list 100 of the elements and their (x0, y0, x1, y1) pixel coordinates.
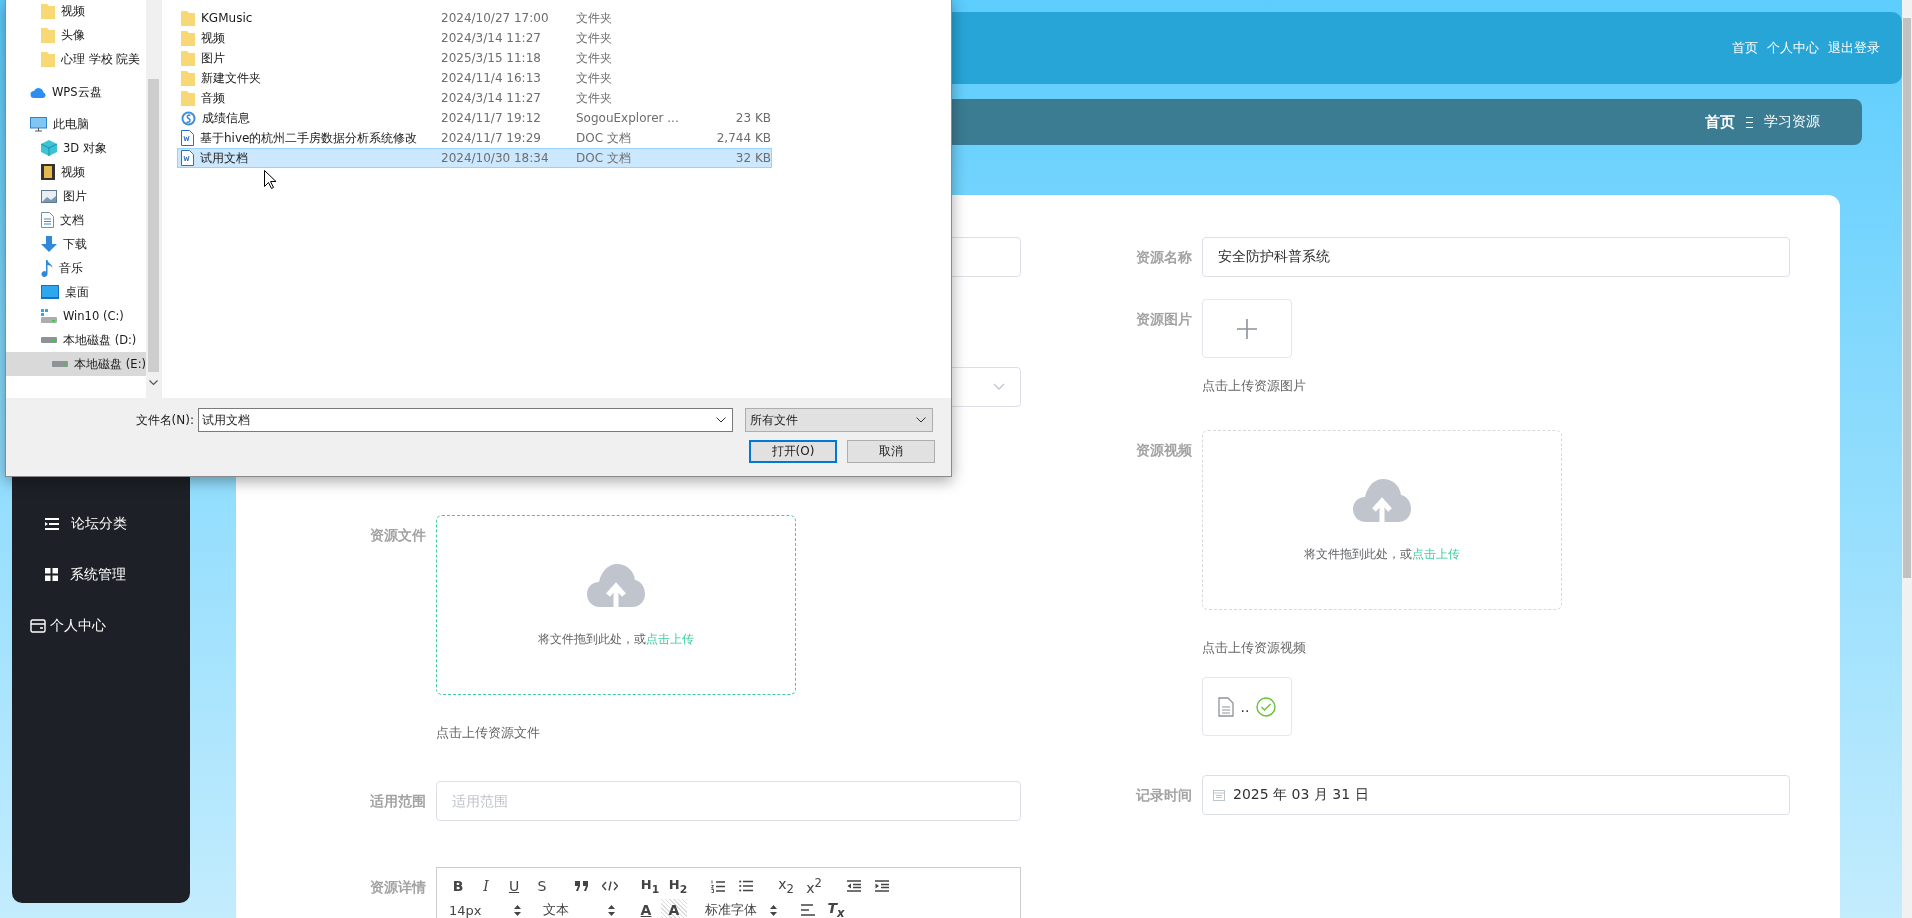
file-type: SogouExplorer ... (576, 111, 680, 125)
quote-icon (575, 881, 589, 891)
file-row[interactable]: 试用文档 2024/10/30 18:34 DOC 文档 32 KB (177, 148, 772, 168)
file-name: 试用文档 (200, 149, 248, 167)
file-type-dropdown[interactable]: 所有文件 (745, 408, 933, 432)
document-icon (1217, 696, 1234, 717)
folder-icon (181, 70, 195, 86)
toolbar-button[interactable]: T$_{x}$ (823, 899, 849, 918)
cancel-button[interactable]: 取消 (847, 440, 935, 463)
chevron-down-icon (716, 417, 726, 423)
scrollbar[interactable] (1902, 0, 1912, 918)
file-row[interactable]: 成绩信息 2024/11/7 19:12 SogouExplorer ... 23 KB (177, 108, 772, 128)
mouse-pointer-icon (264, 170, 276, 189)
file-date: 2024/10/30 18:34 (441, 151, 550, 165)
file-type: 文件夹 (576, 49, 613, 67)
chevron-down-icon (993, 383, 1005, 391)
file-row[interactable]: 基于hive的杭州二手房数据分析系统修改 2024/11/7 19:29 DOC 文档 2,744 KB (177, 128, 772, 148)
code-icon (602, 881, 618, 891)
field-label: 资源详情 (370, 879, 426, 895)
navigation-item[interactable]: 头像 (6, 23, 146, 47)
toolbar-select[interactable]: 文本 (539, 901, 619, 918)
field-label: 资源文件 (370, 527, 426, 543)
sidebar-item[interactable]: 论坛分类 (12, 498, 190, 549)
filename-field[interactable]: 试用文档 (198, 408, 733, 432)
folder-icon (181, 90, 195, 106)
folder-icon (181, 30, 195, 46)
cloud-upload-icon (1352, 477, 1412, 524)
date-field[interactable]: 2025 年 03 月 31 日 (1202, 775, 1790, 815)
film-icon (41, 164, 55, 180)
align-left-icon (801, 904, 815, 916)
navigation-item[interactable]: 下载 (6, 232, 146, 256)
file-date: 2025/3/15 11:18 (441, 51, 542, 65)
file-size: 32 KB (735, 151, 771, 165)
file-row[interactable]: KGMusic 2024/10/27 17:00 文件夹 (177, 8, 772, 28)
scrollbar[interactable] (146, 0, 161, 398)
file-row[interactable]: 音频 2024/3/14 11:27 文件夹 (177, 88, 772, 108)
navigation-item[interactable]: WPS云盘 (6, 80, 146, 104)
toolbar-select[interactable]: 14px (445, 902, 525, 918)
file-type: 文件夹 (576, 29, 613, 47)
sidebar-item[interactable]: 系统管理 (12, 549, 190, 600)
toolbar-button[interactable]: A (633, 899, 659, 918)
sidebar-item[interactable]: 个人中心 (12, 600, 190, 651)
file-type: 文件夹 (576, 69, 613, 87)
navigation-item[interactable]: 文档 (6, 208, 146, 232)
music-note-icon (41, 259, 53, 277)
breadcrumb-item[interactable]: 首页 (1705, 112, 1735, 132)
dropzone-text: 将文件拖到此处，或点击上传 (538, 630, 694, 648)
file-row[interactable]: 视频 2024/3/14 11:27 文件夹 (177, 28, 772, 48)
folder-icon (181, 10, 195, 26)
navigation-item[interactable]: 音乐 (6, 256, 146, 280)
input-field[interactable]: 安全防护科普系统 (1202, 237, 1790, 277)
file-name: 视频 (201, 29, 225, 47)
file-date: 2024/11/7 19:12 (441, 111, 542, 125)
navigation-item[interactable]: 此电脑 (6, 112, 146, 136)
word-document-icon (181, 130, 194, 146)
navigation-item[interactable]: 视频 (6, 160, 146, 184)
upload-dropzone[interactable]: 将文件拖到此处，或点击上传 (436, 515, 796, 695)
navigation-item[interactable]: 图片 (6, 184, 146, 208)
toolbar-button[interactable]: A (661, 899, 687, 918)
toolbar-button[interactable]: H$_{1}$ (637, 875, 663, 897)
file-type: 文件夹 (576, 9, 613, 27)
date-value: 2025 年 03 月 31 日 (1233, 786, 1369, 804)
folder-icon (41, 27, 55, 43)
toolbar-button[interactable]: I (473, 875, 499, 897)
file-row[interactable]: 图片 2025/3/15 11:18 文件夹 (177, 48, 772, 68)
toolbar-button[interactable]: x$^{2}$ (801, 875, 827, 897)
outdent-icon (847, 880, 861, 892)
upload-hint: 点击上传资源图片 (1202, 377, 1307, 395)
file-name: 成绩信息 (202, 109, 250, 127)
file-row[interactable]: 新建文件夹 2024/11/4 16:13 文件夹 (177, 68, 772, 88)
toolbar-button[interactable]: U (501, 875, 527, 897)
breadcrumb-item[interactable]: 学习资源 (1764, 113, 1820, 131)
scrollbar-thumb[interactable] (1903, 18, 1911, 578)
navigation-item[interactable]: 视频 (6, 0, 146, 23)
open-button[interactable]: 打开(O) (749, 440, 837, 463)
input-field[interactable]: 适用范围 (436, 781, 1021, 821)
toolbar-button[interactable]: x$_{2}$ (773, 875, 799, 897)
file-name: 基于hive的杭州二手房数据分析系统修改 (200, 129, 418, 147)
toolbar-button[interactable]: B (445, 875, 471, 897)
navigation-item[interactable]: 本地磁盘 (D:) (6, 328, 146, 352)
grid-icon (45, 568, 58, 581)
picture-icon (41, 189, 57, 203)
upload-hint: 点击上传资源视频 (1202, 639, 1307, 657)
field-label: 适用范围 (370, 793, 426, 809)
file-date: 2024/11/4 16:13 (441, 71, 542, 85)
drive-icon (41, 337, 57, 343)
chevron-down-icon (149, 380, 158, 386)
navigation-item[interactable]: 本地磁盘 (E:) (6, 352, 146, 376)
toolbar-select[interactable]: 标准字体 (701, 901, 781, 918)
toolbar-button[interactable]: S (529, 875, 555, 897)
file-size: 2,744 KB (716, 131, 771, 145)
navigation-item[interactable]: Win10 (C:) (6, 304, 146, 328)
navigation-item[interactable]: 3D 对象 (6, 136, 146, 160)
navigation-item[interactable]: 桌面 (6, 280, 146, 304)
file-date: 2024/3/14 11:27 (441, 91, 542, 105)
upload-hint: 点击上传资源文件 (436, 724, 541, 742)
navigation-item[interactable]: 心理 学校 院美 (6, 47, 146, 71)
upload-dropzone[interactable]: 将文件拖到此处，或点击上传 (1202, 430, 1562, 610)
toolbar-button[interactable]: H$_{2}$ (665, 875, 691, 897)
scrollbar-thumb[interactable] (148, 79, 159, 372)
